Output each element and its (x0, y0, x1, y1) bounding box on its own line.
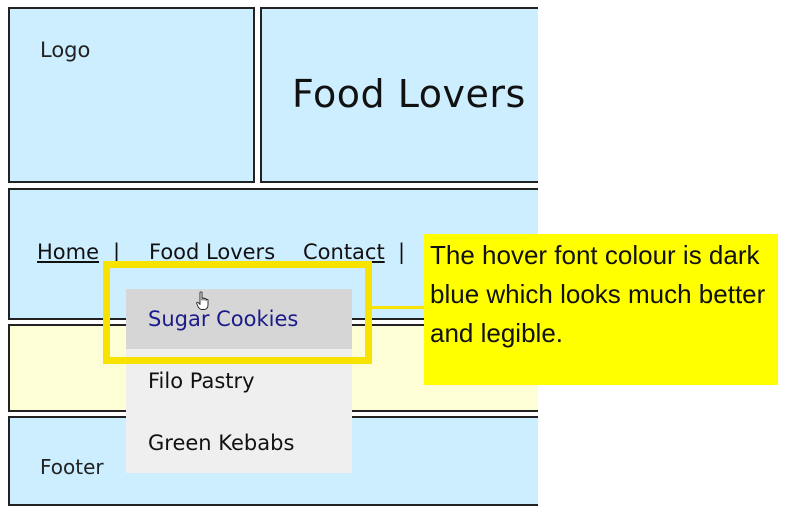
logo-section: Logo (8, 7, 255, 183)
annotation-connector-line (372, 306, 426, 309)
site-title: Food Lovers (292, 72, 526, 116)
nav-separator: | (398, 240, 406, 264)
header-title-section: Food Lovers (260, 7, 560, 183)
logo-placeholder-text: Logo (40, 38, 91, 62)
footer-label: Footer (40, 455, 104, 479)
annotation-callout-text: The hover font colour is dark blue which… (430, 240, 766, 348)
dropdown-item-green-kebabs[interactable]: Green Kebabs (126, 413, 352, 473)
annotation-highlight-frame (103, 261, 372, 364)
nav-link-home[interactable]: Home (37, 240, 99, 264)
annotation-callout: The hover font colour is dark blue which… (424, 234, 778, 385)
